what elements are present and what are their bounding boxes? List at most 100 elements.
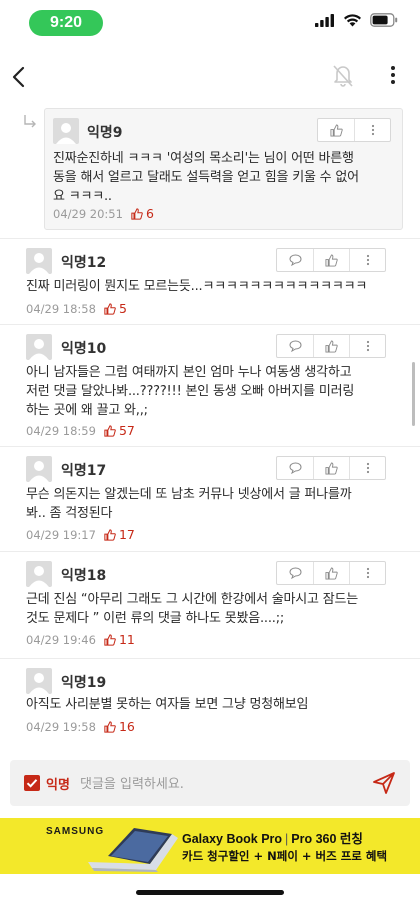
thumbs-up-icon	[325, 253, 338, 267]
like-button[interactable]	[313, 335, 349, 357]
like-count: 6	[131, 206, 154, 221]
comment-date: 04/29 18:59	[26, 423, 96, 438]
comment-input[interactable]	[78, 768, 362, 800]
speech-bubble-icon	[288, 462, 302, 474]
ad-promo: 카드 청구할인 + N페이 + 버즈 프로 혜택	[182, 849, 388, 863]
comment: 익명10 아니 남자들은 그럼 여태까지 본인 엄마 누나 여동생 생각하고 저…	[0, 325, 420, 445]
comment-body: 아직도 사리분별 못하는 여자들 보면 그냥 멍청해보임	[26, 697, 309, 712]
comment-author: 익명10	[61, 341, 107, 357]
more-button[interactable]	[349, 457, 385, 479]
comment-date: 04/29 18:58	[26, 301, 96, 316]
comment: 익명12 진짜 미러링이 뭔지도 모르는듯...ㅋㅋㅋㅋㅋㅋㅋㅋㅋㅋㅋㅋㅋㅋ 0…	[0, 239, 420, 324]
comment-meta: 04/29 19:17 17	[26, 527, 135, 542]
scrollbar[interactable]	[412, 362, 415, 426]
thumbs-up-icon	[325, 461, 338, 475]
home-indicator	[136, 890, 284, 895]
comment-meta: 04/29 20:51 6	[53, 206, 154, 221]
status-time: 9:20	[29, 10, 103, 36]
comment-author: 익명9	[87, 125, 123, 141]
avatar	[53, 118, 79, 144]
avatar	[26, 561, 52, 587]
comment: 익명17 무슨 의돈지는 알겠는데 또 남초 커뮤나 넷상에서 글 퍼나를까 봐…	[0, 447, 420, 549]
anonymous-label[interactable]: 익명	[46, 774, 70, 793]
reply-button[interactable]	[277, 457, 313, 479]
comment-actions	[276, 456, 386, 480]
like-button[interactable]	[318, 119, 354, 141]
speech-bubble-icon	[288, 254, 302, 266]
like-count: 5	[104, 301, 127, 316]
ad-banner[interactable]: SAMSUNG Galaxy Book Pro | Pro 360 런칭 카드 청구…	[0, 818, 420, 874]
comment-author: 익명12	[61, 255, 107, 271]
more-button[interactable]	[349, 249, 385, 271]
like-count: 17	[104, 527, 135, 542]
comment-meta: 04/29 19:46 11	[26, 632, 135, 647]
comment-actions	[276, 334, 386, 358]
speech-bubble-icon	[288, 567, 302, 579]
thumbs-up-icon	[104, 528, 116, 541]
comment-date: 04/29 19:58	[26, 719, 96, 734]
chevron-left-icon[interactable]	[4, 60, 38, 94]
more-vertical-icon	[366, 254, 369, 266]
battery-icon	[370, 13, 398, 27]
avatar	[26, 668, 52, 694]
reply-button[interactable]	[277, 562, 313, 584]
thumbs-up-icon	[104, 302, 116, 315]
like-button[interactable]	[313, 457, 349, 479]
more-vertical-icon	[371, 124, 374, 136]
comment: 익명18 근데 진심 “아무리 그래도 그 시간에 한강에서 술마시고 잠드는 …	[0, 552, 420, 656]
thumbs-up-icon	[104, 633, 116, 646]
reply-comment: 익명9 진짜순진하네 ㅋㅋㅋ '여성의 목소리'는 님이 어떤 바른행 동을 해…	[44, 108, 403, 230]
more-button[interactable]	[354, 119, 390, 141]
more-vertical-icon[interactable]	[383, 60, 403, 90]
reply-arrow-icon	[24, 115, 36, 128]
like-button[interactable]	[313, 249, 349, 271]
thumbs-up-icon	[325, 566, 338, 580]
send-icon[interactable]	[372, 771, 396, 795]
comment: 익명19 아직도 사리분별 못하는 여자들 보면 그냥 멍청해보임 04/29 …	[0, 659, 420, 749]
laptop-image	[88, 828, 178, 872]
comment-body: 아니 남자들은 그럼 여태까지 본인 엄마 누나 여동생 생각하고 저런 댓글 …	[26, 365, 355, 418]
status-icons	[315, 13, 398, 27]
comment-body: 근데 진심 “아무리 그래도 그 시간에 한강에서 술마시고 잠드는 것도 문제…	[26, 592, 358, 626]
thumbs-up-icon	[131, 207, 143, 220]
comment-meta: 04/29 18:58 5	[26, 301, 127, 316]
check-icon	[26, 779, 38, 788]
comment-actions	[276, 561, 386, 585]
status-bar: 9:20	[0, 0, 420, 46]
avatar	[26, 334, 52, 360]
anonymous-checkbox[interactable]	[24, 775, 40, 791]
thumbs-up-icon	[104, 720, 116, 733]
comment-actions	[317, 118, 391, 142]
ad-title: Galaxy Book Pro | Pro 360 런칭	[182, 832, 363, 846]
wifi-icon	[344, 14, 361, 27]
comment-date: 04/29 19:46	[26, 632, 96, 647]
comment-input-bar: 익명	[10, 760, 410, 806]
comment-date: 04/29 20:51	[53, 206, 123, 221]
more-vertical-icon	[366, 567, 369, 579]
signal-icon	[315, 13, 334, 27]
comment-body: 진짜순진하네 ㅋㅋㅋ '여성의 목소리'는 님이 어떤 바른행 동을 해서 얼르…	[53, 151, 359, 204]
thumbs-up-icon	[329, 123, 343, 137]
bell-off-icon[interactable]	[328, 60, 358, 90]
like-count: 57	[104, 423, 135, 438]
reply-button[interactable]	[277, 335, 313, 357]
comment-meta: 04/29 18:59 57	[26, 423, 135, 438]
like-button[interactable]	[313, 562, 349, 584]
comment-author: 익명18	[61, 568, 107, 584]
reply-button[interactable]	[277, 249, 313, 271]
comment-meta: 04/29 19:58 16	[26, 719, 135, 734]
avatar	[26, 248, 52, 274]
comment-author: 익명19	[61, 675, 107, 691]
thumbs-up-icon	[325, 339, 338, 353]
more-vertical-icon	[366, 462, 369, 474]
comment-body: 무슨 의돈지는 알겠는데 또 남초 커뮤나 넷상에서 글 퍼나를까 봐.. 좀 …	[26, 487, 352, 521]
more-button[interactable]	[349, 562, 385, 584]
more-button[interactable]	[349, 335, 385, 357]
speech-bubble-icon	[288, 340, 302, 352]
avatar	[26, 456, 52, 482]
like-count: 16	[104, 719, 135, 734]
more-vertical-icon	[366, 340, 369, 352]
comment-body: 진짜 미러링이 뭔지도 모르는듯...ㅋㅋㅋㅋㅋㅋㅋㅋㅋㅋㅋㅋㅋㅋ	[26, 279, 368, 294]
like-count: 11	[104, 632, 135, 647]
comment-date: 04/29 19:17	[26, 527, 96, 542]
